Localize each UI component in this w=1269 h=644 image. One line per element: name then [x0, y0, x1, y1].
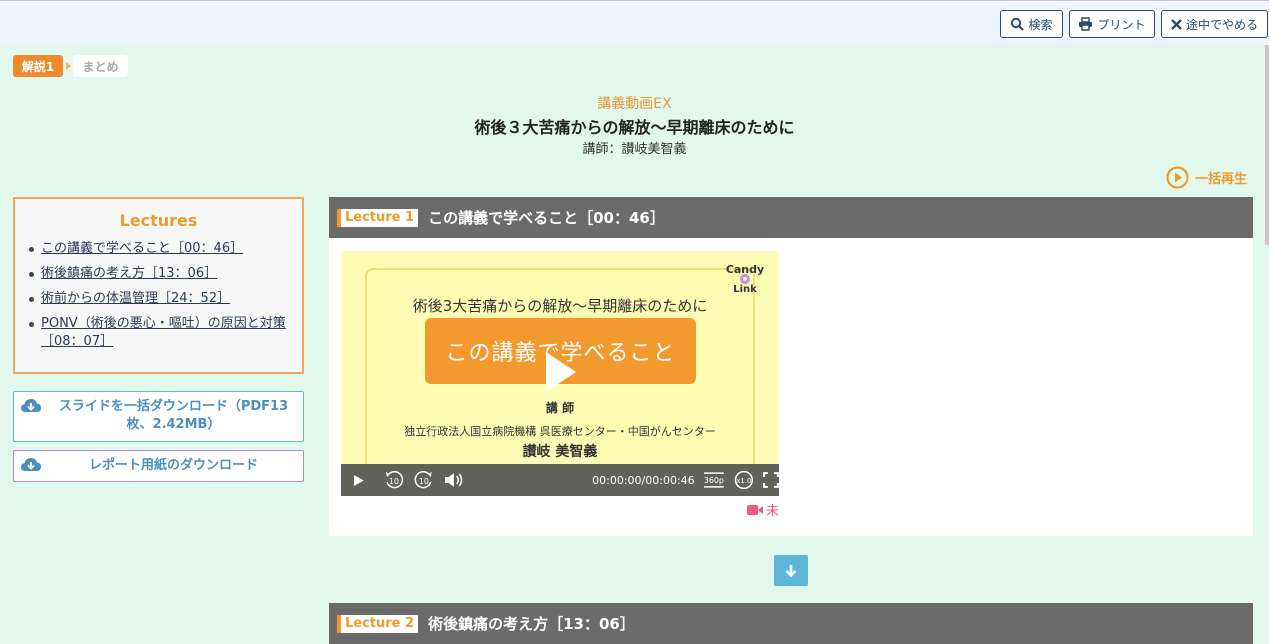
quality-label: 360p: [703, 476, 723, 485]
cloud-download-icon: [21, 458, 41, 471]
breadcrumb-step-summary[interactable]: まとめ: [73, 55, 128, 77]
lecture-link-4[interactable]: PONV（術後の悪心・嘔吐）の原因と対策［08：07］: [41, 316, 286, 349]
page-title: 術後３大苦痛からの解放～早期離床のために: [474, 118, 795, 137]
download-slides-button[interactable]: スライドを一括ダウンロード（PDF13枚、2.42MB）: [13, 391, 304, 442]
video-controls: 10 10 00:00:00/00:00:46 360p x1.0: [341, 464, 779, 496]
breadcrumb-step-explanation[interactable]: 解説1: [13, 55, 63, 77]
top-toolbar: 検索 プリント 途中でやめる: [0, 0, 1269, 45]
lectures-list: この講義で学べること［00：46］ 術後鎮痛の考え方［13：06］ 術前からの体…: [15, 240, 302, 351]
fullscreen-icon[interactable]: [763, 472, 779, 488]
video-player[interactable]: Candy Link 術後3大苦痛からの解放～早期離床のために この講義で学べる…: [341, 251, 779, 496]
download-slides-label: スライドを一括ダウンロード（PDF13枚、2.42MB）: [58, 399, 289, 432]
close-icon: [1171, 18, 1182, 30]
candy-link-logo: Candy Link: [726, 263, 764, 295]
lecture-list-item: PONV（術後の悪心・嘔吐）の原因と対策［08：07］: [27, 315, 294, 351]
lecture-1-header: Lecture 1 この講義で学べること［00：46］: [329, 197, 1253, 238]
lecture-2-title: 術後鎮痛の考え方［13：06］: [428, 615, 635, 633]
play-all-button[interactable]: 一括再生: [1166, 166, 1247, 189]
lecture-2-header: Lecture 2 術後鎮痛の考え方［13：06］: [329, 603, 1253, 644]
arrow-down-icon: [785, 564, 797, 577]
play-all-label: 一括再生: [1195, 172, 1248, 187]
lecture-list-item: 術前からの体温管理［24：52］: [27, 290, 294, 308]
play-icon[interactable]: [353, 474, 365, 487]
watch-status-label: 未: [766, 504, 780, 519]
scroll-down-button[interactable]: [774, 555, 808, 586]
lecture-2-tag: Lecture 2: [337, 614, 419, 633]
lecturer-name: 講師：讃岐美智義: [582, 142, 687, 157]
watch-status: 未: [747, 500, 779, 519]
lecture-link-2[interactable]: 術後鎮痛の考え方［13：06］: [41, 266, 217, 281]
search-icon: [1011, 17, 1025, 31]
lectures-heading: Lectures: [119, 211, 198, 230]
lecture-link-1[interactable]: この講義で学べること［00：46］: [41, 241, 243, 256]
print-icon: [1079, 17, 1093, 31]
print-button[interactable]: プリント: [1069, 10, 1155, 38]
page-category: 講義動画EX: [597, 96, 672, 112]
video-camera-icon: [747, 504, 763, 515]
rewind-seconds: 10: [389, 477, 399, 486]
download-report-label: レポート用紙のダウンロード: [88, 458, 258, 473]
quality-icon[interactable]: 360p: [703, 471, 725, 489]
slide-lecturer-name: 讃岐 美智義: [522, 444, 598, 460]
quit-button-label: 途中でやめる: [1185, 17, 1258, 32]
download-report-button[interactable]: レポート用紙のダウンロード: [13, 450, 304, 482]
video-time: 00:00:00/00:00:46: [592, 473, 695, 487]
lecture-list-item: 術後鎮痛の考え方［13：06］: [27, 265, 294, 283]
logo-text-2: Link: [733, 284, 757, 295]
big-play-icon[interactable]: [546, 352, 576, 392]
lecture-1-title: この講義で学べること［00：46］: [428, 209, 665, 227]
slide-title: 術後3大苦痛からの解放～早期離床のために: [412, 297, 708, 315]
lecture-1-tag: Lecture 1: [337, 208, 419, 227]
cloud-download-icon: [21, 399, 41, 412]
forward-icon[interactable]: 10: [413, 469, 435, 491]
lectures-panel: Lectures この講義で学べること［00：46］ 術後鎮痛の考え方［13：0…: [13, 197, 304, 374]
slide-lecturer-label: 講 師: [545, 401, 575, 415]
speed-icon[interactable]: x1.0: [734, 470, 754, 490]
slide-organization: 独立行政法人国立病院機構 呉医療センター・中国がんセンター: [404, 425, 716, 438]
lecture-link-3[interactable]: 術前からの体温管理［24：52］: [41, 291, 230, 306]
print-button-label: プリント: [1097, 17, 1146, 32]
quit-button[interactable]: 途中でやめる: [1161, 10, 1268, 38]
speed-label: x1.0: [737, 477, 752, 485]
forward-seconds: 10: [418, 477, 428, 486]
search-button[interactable]: 検索: [1000, 10, 1063, 38]
play-circle-icon: [1166, 166, 1189, 189]
volume-icon[interactable]: [444, 472, 464, 488]
breadcrumb-arrow-icon: [66, 62, 71, 70]
lecture-list-item: この講義で学べること［00：46］: [27, 240, 294, 258]
rewind-icon[interactable]: 10: [383, 469, 405, 491]
search-button-label: 検索: [1028, 17, 1053, 32]
